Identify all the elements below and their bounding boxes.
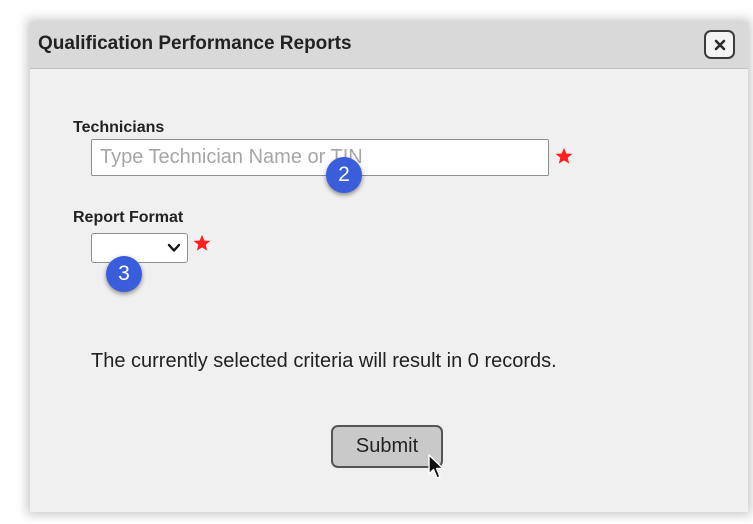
step-2-badge: 2: [326, 157, 362, 193]
report-format-label: Report Format: [73, 209, 184, 226]
required-star-icon: [193, 234, 211, 251]
step-3-badge: 3: [106, 256, 142, 292]
qualification-reports-dialog: Qualification Performance Reports Techni…: [30, 22, 748, 512]
dialog-body: Technicians Report Format 2 3 The curren…: [30, 69, 748, 512]
technicians-input[interactable]: [91, 139, 549, 176]
report-format-select[interactable]: [91, 233, 188, 263]
required-star-icon: [555, 147, 573, 164]
result-message: The currently selected criteria will res…: [91, 350, 557, 372]
technicians-label: Technicians: [73, 119, 165, 136]
dialog-title: Qualification Performance Reports: [38, 33, 352, 54]
close-button[interactable]: [704, 30, 735, 59]
close-x-icon: [714, 39, 725, 50]
screenshot-frame: Qualification Performance Reports Techni…: [0, 0, 753, 524]
submit-button[interactable]: Submit: [331, 425, 443, 468]
mouse-cursor-icon: [428, 454, 444, 479]
chevron-down-icon: [167, 243, 181, 252]
dialog-titlebar: Qualification Performance Reports: [30, 22, 748, 69]
